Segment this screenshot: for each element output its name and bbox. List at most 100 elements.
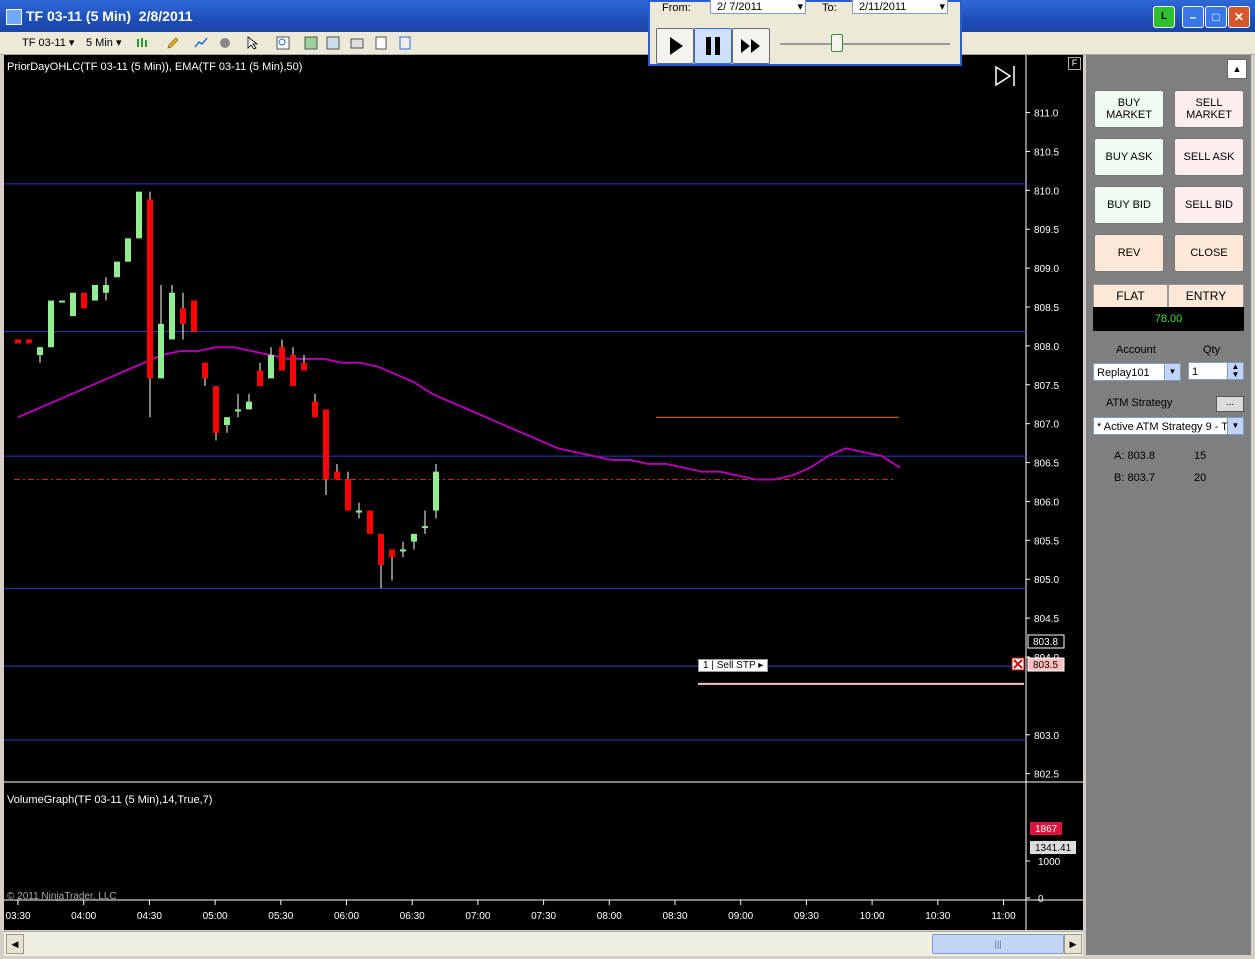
from-label: From: bbox=[662, 2, 691, 14]
down-candle bbox=[389, 549, 395, 558]
strategies-icon[interactable] bbox=[218, 36, 232, 50]
sell-ask-button[interactable]: SELL ASK bbox=[1174, 138, 1244, 176]
quantity-stepper[interactable]: 1 ▲ ▼ bbox=[1188, 362, 1244, 380]
up-candle bbox=[158, 323, 164, 379]
down-candle bbox=[301, 362, 307, 371]
order-label[interactable]: 1 | Sell STP ▸ bbox=[698, 659, 769, 672]
volume-marker: 1867 bbox=[1030, 822, 1062, 835]
price-tick-label: 803.0 bbox=[1034, 731, 1059, 742]
buy-bid-button[interactable]: BUY BID bbox=[1094, 186, 1164, 224]
price-tick-label: 802.5 bbox=[1034, 770, 1059, 781]
time-tick-label: 08:30 bbox=[662, 911, 687, 922]
up-candle bbox=[268, 355, 274, 379]
price-tick-label: 805.5 bbox=[1034, 536, 1059, 547]
bid-size: 20 bbox=[1194, 472, 1207, 484]
up-candle bbox=[356, 510, 362, 513]
speed-slider-thumb[interactable] bbox=[831, 34, 844, 52]
down-candle bbox=[312, 401, 318, 418]
speed-slider-track[interactable] bbox=[780, 43, 950, 45]
play-icon bbox=[670, 37, 683, 55]
sell-bid-button[interactable]: SELL BID bbox=[1174, 186, 1244, 224]
minimize-icon[interactable]: – bbox=[1182, 6, 1204, 28]
collapse-icon[interactable]: ▲ bbox=[1227, 59, 1247, 79]
up-candle bbox=[103, 285, 109, 293]
bar-type-icon[interactable] bbox=[136, 36, 150, 50]
ask-marker-text: 803.8 bbox=[1033, 637, 1058, 648]
replay-control: From: 2/ 7/2011 ▾ To: 2/11/2011 ▾ bbox=[648, 0, 962, 66]
to-date-picker[interactable]: 2/11/2011 ▾ bbox=[852, 0, 948, 14]
copyright-text: © 2011 NinjaTrader, LLC bbox=[7, 891, 117, 902]
instrument-selector[interactable]: TF 03-11 ▾ bbox=[22, 35, 74, 51]
reverse-button[interactable]: REV bbox=[1094, 234, 1164, 272]
price-tick-label: 806.0 bbox=[1034, 497, 1059, 508]
fill-button[interactable]: F bbox=[1068, 57, 1081, 70]
snapshot-icon[interactable] bbox=[350, 36, 364, 50]
buy-market-button[interactable]: BUY MARKET bbox=[1094, 90, 1164, 128]
close-position-button[interactable]: CLOSE bbox=[1174, 234, 1244, 272]
ask-price-marker: 803.8 bbox=[1027, 634, 1065, 649]
link-button[interactable]: L bbox=[1153, 6, 1175, 28]
atm-strategy-select[interactable]: * Active ATM Strategy 9 - T ▼ bbox=[1093, 417, 1244, 435]
up-candle bbox=[422, 526, 428, 529]
chart-area[interactable]: 811.0 810.5 810.0 809.5 809.0 808.5 808.0 807.5… bbox=[4, 55, 1083, 930]
maximize-icon[interactable]: □ bbox=[1205, 6, 1227, 28]
price-tick-label: 811.0 bbox=[1034, 109, 1059, 120]
time-tick-label: 07:00 bbox=[465, 911, 490, 922]
time-tick-label: 06:30 bbox=[400, 911, 425, 922]
scroll-thumb[interactable]: ||| bbox=[932, 934, 1064, 954]
ask-price: A: 803.8 bbox=[1114, 450, 1155, 462]
price-tick-label: 809.0 bbox=[1034, 264, 1059, 275]
down-candle bbox=[180, 308, 186, 324]
account-label: Account bbox=[1116, 344, 1156, 356]
up-candle bbox=[169, 292, 175, 340]
zoom-icon[interactable] bbox=[276, 36, 290, 50]
up-candle bbox=[411, 533, 417, 542]
price-tick-label: 808.5 bbox=[1034, 303, 1059, 314]
scroll-to-end-icon bbox=[995, 65, 1012, 87]
data-box-icon[interactable] bbox=[326, 36, 340, 50]
pencil-icon[interactable] bbox=[166, 36, 180, 50]
fast-forward-button[interactable] bbox=[732, 28, 770, 64]
time-tick-label: 04:00 bbox=[71, 911, 96, 922]
up-candle bbox=[48, 300, 54, 348]
time-tick-label: 10:00 bbox=[860, 911, 885, 922]
time-tick-label: 05:30 bbox=[268, 911, 293, 922]
position-display: FLAT ENTRY 78.00 bbox=[1093, 284, 1244, 332]
buy-ask-button[interactable]: BUY ASK bbox=[1094, 138, 1164, 176]
horizontal-scrollbar[interactable]: ◀ ||| ▶ bbox=[4, 931, 1083, 956]
up-candle bbox=[125, 238, 131, 262]
price-tick-label: 805.0 bbox=[1034, 575, 1059, 586]
time-tick-label: 08:00 bbox=[597, 911, 622, 922]
indicator-label: PriorDayOHLC(TF 03-11 (5 Min)), EMA(TF 0… bbox=[7, 61, 303, 73]
account-select[interactable]: Replay101 ▼ bbox=[1093, 363, 1181, 381]
cursor-icon[interactable] bbox=[246, 36, 260, 50]
price-tick-label: 810.5 bbox=[1034, 147, 1059, 158]
down-candle bbox=[191, 300, 197, 332]
chart-trader-icon[interactable] bbox=[304, 36, 318, 50]
chart-toolbar: TF 03-11 ▾ 5 Min ▾ bbox=[0, 32, 1255, 55]
properties-icon[interactable] bbox=[374, 36, 388, 50]
up-candle bbox=[136, 191, 142, 239]
scroll-left-icon[interactable]: ◀ bbox=[6, 934, 24, 954]
pause-button[interactable] bbox=[694, 28, 732, 64]
down-candle bbox=[290, 355, 296, 387]
up-candle bbox=[224, 417, 230, 425]
down-candle bbox=[378, 533, 384, 565]
position-pnl: 78.00 bbox=[1093, 307, 1244, 331]
template-icon[interactable] bbox=[398, 36, 412, 50]
scroll-right-icon[interactable]: ▶ bbox=[1064, 934, 1082, 954]
down-candle bbox=[334, 471, 340, 480]
sell-market-button[interactable]: SELL MARKET bbox=[1174, 90, 1244, 128]
from-date-picker[interactable]: 2/ 7/2011 ▾ bbox=[710, 0, 806, 14]
price-tick-label: 806.5 bbox=[1034, 459, 1059, 470]
volume-average-text: 1341.41 bbox=[1035, 843, 1072, 854]
down-candle bbox=[15, 339, 21, 344]
atm-options-button[interactable]: ... bbox=[1216, 396, 1244, 412]
close-icon[interactable]: ✕ bbox=[1228, 6, 1250, 28]
play-button[interactable] bbox=[656, 28, 694, 64]
down-candle bbox=[202, 362, 208, 379]
interval-selector[interactable]: 5 Min ▾ bbox=[86, 35, 121, 51]
up-candle bbox=[433, 471, 439, 511]
indicators-icon[interactable] bbox=[194, 36, 208, 50]
up-candle bbox=[37, 347, 43, 355]
